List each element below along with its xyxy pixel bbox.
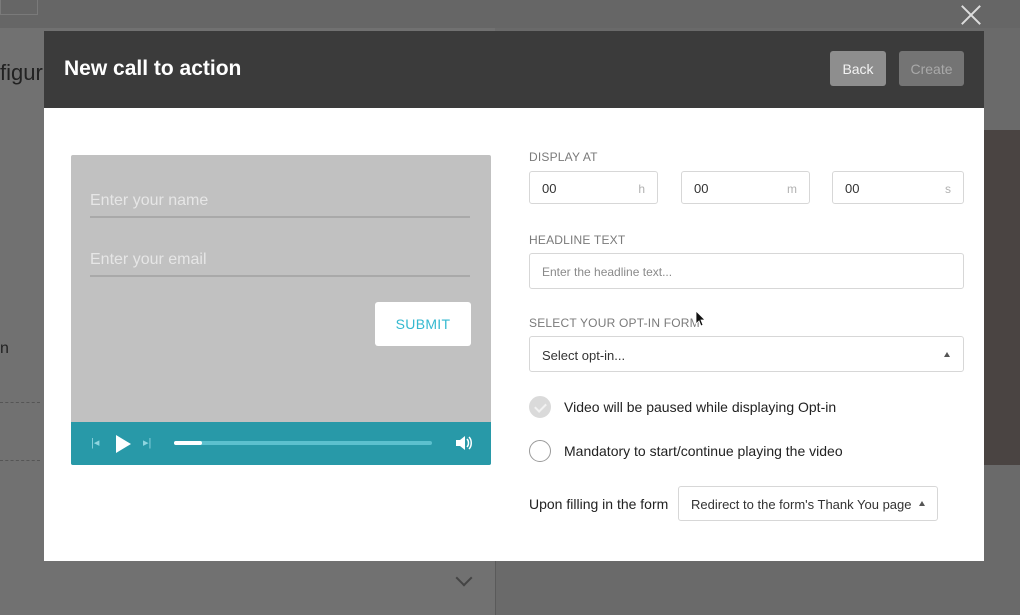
hours-input[interactable]: 00 h <box>529 171 658 204</box>
pause-video-label: Video will be paused while displaying Op… <box>564 399 837 415</box>
optin-label: SELECT YOUR OPT-IN FORM <box>529 316 700 330</box>
background-divider <box>0 460 40 461</box>
preview-submit-button: SUBMIT <box>375 302 471 346</box>
headline-label: HEADLINE TEXT <box>529 233 626 247</box>
optin-select-value: Select opt-in... <box>542 348 626 363</box>
optin-preview: Enter your name Enter your email SUBMIT … <box>71 155 491 465</box>
minutes-value: 00 <box>694 181 709 196</box>
headline-input[interactable]: Enter the headline text... <box>529 253 964 289</box>
background-title: figur <box>0 60 43 85</box>
seconds-unit: s <box>945 182 951 196</box>
modal-header: New call to action Back Create <box>44 31 984 108</box>
background-image <box>984 130 1020 465</box>
seconds-value: 00 <box>845 181 860 196</box>
video-player-bar: |◂ ▸| <box>71 422 491 465</box>
background-divider <box>495 560 496 615</box>
preview-name-field: Enter your name <box>90 192 470 218</box>
minutes-input[interactable]: 00 m <box>681 171 810 204</box>
after-fill-label: Upon filling in the form <box>529 496 669 512</box>
mandatory-label: Mandatory to start/continue playing the … <box>564 443 843 459</box>
progress-track <box>174 441 432 445</box>
hours-value: 00 <box>542 181 557 196</box>
pause-video-checkbox[interactable] <box>529 396 551 418</box>
optin-select[interactable]: Select opt-in... <box>529 336 964 372</box>
minutes-unit: m <box>787 182 797 196</box>
mandatory-checkbox[interactable] <box>529 440 551 462</box>
caret-icon <box>919 501 925 506</box>
after-fill-value: Redirect to the form's Thank You page <box>691 497 912 512</box>
progress-fill <box>174 441 203 445</box>
seconds-input[interactable]: 00 s <box>832 171 964 204</box>
background-topbar <box>0 0 1020 28</box>
hours-unit: h <box>638 182 645 196</box>
display-at-label: DISPLAY AT <box>529 150 598 164</box>
after-fill-select[interactable]: Redirect to the form's Thank You page <box>678 486 938 521</box>
back-button[interactable]: Back <box>830 51 886 86</box>
mouse-cursor-icon <box>695 310 706 327</box>
headline-placeholder: Enter the headline text... <box>542 265 673 279</box>
volume-icon <box>456 436 472 450</box>
caret-icon <box>944 352 950 357</box>
prev-icon: |◂ <box>91 437 100 449</box>
call-to-action-modal: New call to action Back Create Enter you… <box>44 31 984 561</box>
play-icon <box>116 435 131 453</box>
background-divider <box>0 402 40 403</box>
create-button[interactable]: Create <box>899 51 964 86</box>
background-text: n <box>0 340 9 357</box>
background-tab <box>0 0 38 15</box>
preview-email-field: Enter your email <box>90 251 470 277</box>
close-icon[interactable] <box>958 2 984 28</box>
modal-title: New call to action <box>64 57 242 80</box>
next-icon: ▸| <box>143 437 152 449</box>
